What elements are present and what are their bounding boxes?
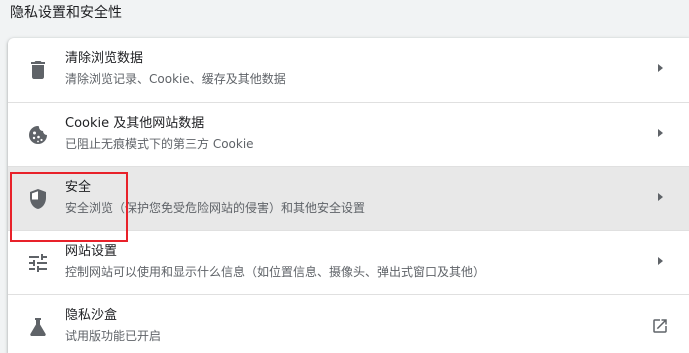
cookies-row[interactable]: Cookie 及其他网站数据 已阻止无痕模式下的第三方 Cookie <box>8 102 689 166</box>
row-subtitle: 已阻止无痕模式下的第三方 Cookie <box>65 137 254 151</box>
row-title: 隐私沙盒 <box>65 308 118 323</box>
row-title: 安全 <box>65 180 92 195</box>
section-title: 隐私设置和安全性 <box>10 5 122 21</box>
row-subtitle: 清除浏览记录、Cookie、缓存及其他数据 <box>65 72 286 86</box>
row-subtitle: 安全浏览（保护您免受危险网站的侵害）和其他安全设置 <box>65 201 366 215</box>
site-settings-row[interactable]: 网站设置 控制网站可以使用和显示什么信息（如位置信息、摄像头、弹出式窗口及其他） <box>8 230 689 294</box>
row-text: 隐私沙盒 试用版功能已开启 <box>65 307 161 345</box>
privacy-sandbox-row[interactable]: 隐私沙盒 试用版功能已开启 <box>8 294 689 353</box>
chevron-right-icon <box>658 257 663 265</box>
row-title: 清除浏览数据 <box>65 51 144 66</box>
privacy-security-card: 清除浏览数据 清除浏览记录、Cookie、缓存及其他数据 Cookie 及其他网… <box>8 38 689 353</box>
row-title: Cookie 及其他网站数据 <box>65 116 205 131</box>
flask-icon <box>30 318 46 336</box>
trash-icon <box>31 61 45 79</box>
chevron-right-icon <box>658 193 663 201</box>
row-subtitle: 试用版功能已开启 <box>65 329 162 343</box>
row-text: Cookie 及其他网站数据 已阻止无痕模式下的第三方 Cookie <box>65 115 254 153</box>
chevron-right-icon <box>658 129 663 137</box>
chevron-right-icon <box>658 64 663 72</box>
row-subtitle: 控制网站可以使用和显示什么信息（如位置信息、摄像头、弹出式窗口及其他） <box>65 265 486 279</box>
tune-icon <box>29 254 47 272</box>
open-in-new-icon <box>653 319 667 333</box>
shield-icon <box>30 189 46 209</box>
row-title: 网站设置 <box>65 244 118 259</box>
security-row[interactable]: 安全 安全浏览（保护您免受危险网站的侵害）和其他安全设置 <box>8 166 689 230</box>
clear-browsing-data-row[interactable]: 清除浏览数据 清除浏览记录、Cookie、缓存及其他数据 <box>8 38 689 102</box>
row-text: 网站设置 控制网站可以使用和显示什么信息（如位置信息、摄像头、弹出式窗口及其他） <box>65 243 485 281</box>
row-text: 安全 安全浏览（保护您免受危险网站的侵害）和其他安全设置 <box>65 179 365 217</box>
row-text: 清除浏览数据 清除浏览记录、Cookie、缓存及其他数据 <box>65 50 286 88</box>
cookie-icon <box>29 126 47 144</box>
